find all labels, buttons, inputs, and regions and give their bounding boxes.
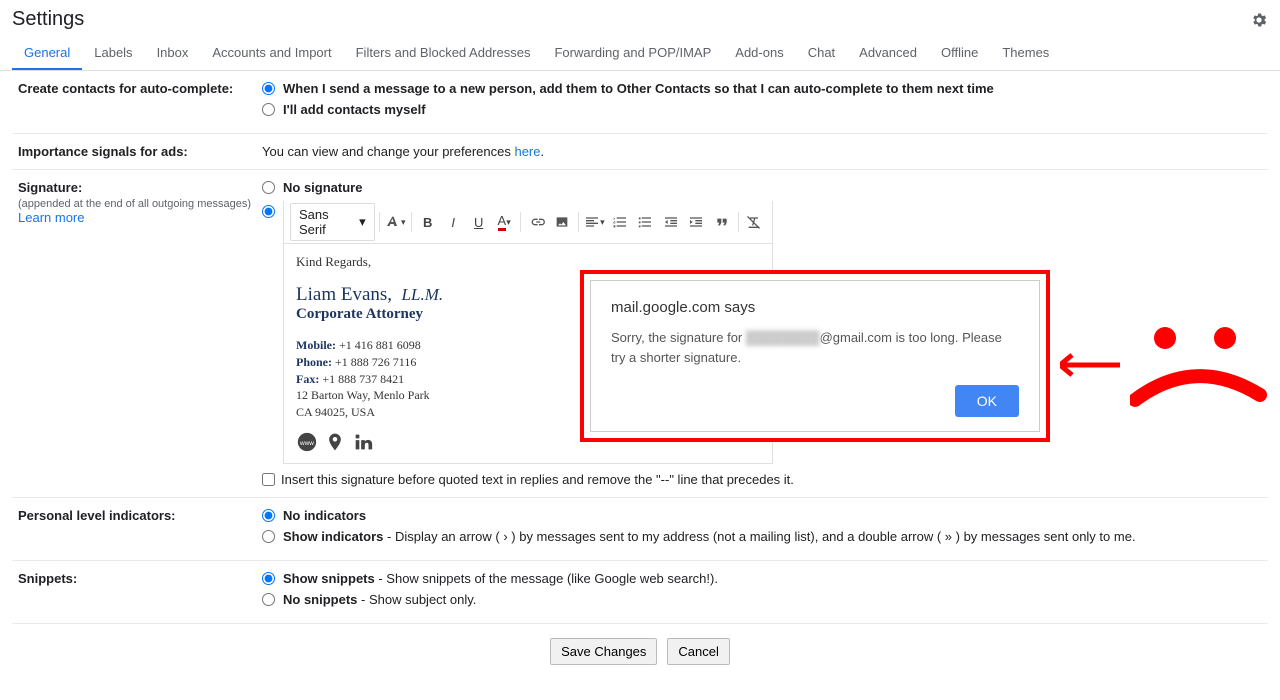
annotation-sad-face-icon	[1130, 320, 1270, 413]
bullet-list-icon[interactable]	[634, 209, 657, 235]
signature-radio-none[interactable]	[262, 181, 275, 194]
tab-labels[interactable]: Labels	[82, 35, 144, 70]
tabs-bar: General Labels Inbox Accounts and Import…	[0, 35, 1280, 71]
tab-themes[interactable]: Themes	[990, 35, 1061, 70]
signature-toolbar: Sans Serif ▾ ▾ B I U A▾ ▾	[283, 201, 773, 243]
map-pin-icon[interactable]	[324, 431, 346, 453]
signature-checkbox[interactable]	[262, 473, 275, 486]
autocomplete-opt-add[interactable]: When I send a message to a new person, a…	[283, 81, 994, 96]
font-select[interactable]: Sans Serif ▾	[290, 203, 375, 241]
indent-less-icon[interactable]	[659, 209, 682, 235]
page-title: Settings	[12, 8, 84, 31]
tab-accounts[interactable]: Accounts and Import	[200, 35, 343, 70]
snippets-label: Snippets:	[12, 571, 262, 613]
tab-filters[interactable]: Filters and Blocked Addresses	[344, 35, 543, 70]
signature-sub: (appended at the end of all outgoing mes…	[18, 198, 251, 210]
personal-label: Personal level indicators:	[12, 508, 262, 550]
signature-checkbox-label[interactable]: Insert this signature before quoted text…	[281, 472, 794, 487]
numbered-list-icon[interactable]	[608, 209, 631, 235]
save-button[interactable]: Save Changes	[550, 638, 657, 665]
autocomplete-opt-self[interactable]: I'll add contacts myself	[283, 102, 426, 117]
autocomplete-radio-add[interactable]	[262, 82, 275, 95]
dialog-message: Sorry, the signature for ████████@gmail.…	[611, 328, 1019, 367]
tab-general[interactable]: General	[12, 35, 82, 70]
personal-radio-none[interactable]	[262, 509, 275, 522]
personal-opt-show[interactable]: Show indicators - Display an arrow ( › )…	[283, 529, 1136, 544]
tab-offline[interactable]: Offline	[929, 35, 990, 70]
personal-radio-show[interactable]	[262, 530, 275, 543]
snippets-radio-show[interactable]	[262, 572, 275, 585]
font-size-icon[interactable]: ▾	[384, 209, 407, 235]
tab-chat[interactable]: Chat	[796, 35, 847, 70]
tab-forwarding[interactable]: Forwarding and POP/IMAP	[542, 35, 723, 70]
link-icon[interactable]	[525, 209, 548, 235]
snippets-radio-none[interactable]	[262, 593, 275, 606]
align-icon[interactable]: ▾	[583, 209, 606, 235]
signature-learn-more[interactable]: Learn more	[18, 210, 84, 225]
importance-dot: .	[541, 144, 545, 159]
bold-icon[interactable]: B	[416, 209, 439, 235]
importance-label: Importance signals for ads:	[12, 144, 262, 159]
signature-opt-none[interactable]: No signature	[283, 180, 362, 195]
signature-label: Signature:	[18, 180, 82, 195]
cancel-button[interactable]: Cancel	[667, 638, 729, 665]
personal-opt-none[interactable]: No indicators	[283, 508, 366, 523]
gear-icon[interactable]	[1250, 11, 1268, 29]
image-icon[interactable]	[550, 209, 573, 235]
annotation-arrow-icon	[1060, 350, 1120, 383]
tab-advanced[interactable]: Advanced	[847, 35, 929, 70]
svg-text:www: www	[299, 440, 314, 447]
quote-icon[interactable]	[710, 209, 733, 235]
linkedin-icon[interactable]	[352, 431, 374, 453]
autocomplete-radio-self[interactable]	[262, 103, 275, 116]
underline-icon[interactable]: U	[467, 209, 490, 235]
remove-format-icon[interactable]	[742, 209, 765, 235]
dialog-title: mail.google.com says	[611, 299, 1019, 316]
signature-radio-custom[interactable]	[262, 205, 275, 218]
importance-link[interactable]: here	[514, 144, 540, 159]
autocomplete-label: Create contacts for auto-complete:	[12, 81, 262, 123]
tab-inbox[interactable]: Inbox	[145, 35, 201, 70]
text-color-icon[interactable]: A▾	[492, 209, 515, 235]
snippets-opt-show[interactable]: Show snippets - Show snippets of the mes…	[283, 571, 718, 586]
sig-greeting: Kind Regards,	[296, 254, 760, 270]
tab-addons[interactable]: Add-ons	[723, 35, 795, 70]
dialog-ok-button[interactable]: OK	[955, 385, 1019, 417]
indent-more-icon[interactable]	[685, 209, 708, 235]
www-icon[interactable]: www	[296, 431, 318, 453]
alert-dialog: mail.google.com says Sorry, the signatur…	[580, 270, 1050, 442]
snippets-opt-none[interactable]: No snippets - Show subject only.	[283, 592, 476, 607]
italic-icon[interactable]: I	[441, 209, 464, 235]
importance-text: You can view and change your preferences	[262, 144, 514, 159]
